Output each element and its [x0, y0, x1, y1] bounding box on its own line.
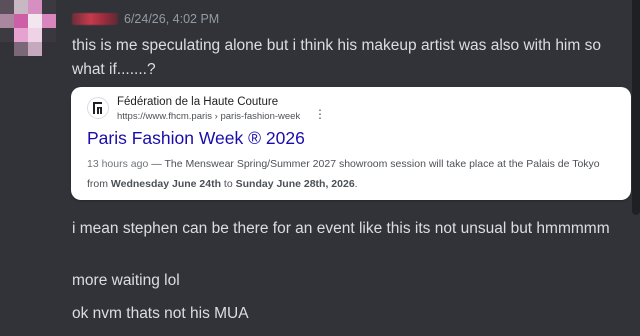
kebab-menu-icon[interactable]: ⋮ [314, 108, 326, 120]
embed-site-name: Fédération de la Haute Couture [117, 96, 279, 108]
snippet-date-start: Wednesday June 24th [110, 178, 222, 190]
avatar[interactable] [0, 0, 56, 70]
snippet-text-mid: to [221, 178, 236, 190]
link-embed-card[interactable]: Fédération de la Haute Couture https://w… [71, 87, 631, 200]
embed-age: 13 hours ago [87, 158, 149, 170]
username-redacted[interactable] [72, 13, 118, 25]
snippet-date-end: Sunday June 28th, 2026 [235, 178, 355, 190]
embed-snippet: 13 hours ago — The Menswear Spring/Summe… [87, 154, 617, 194]
message-timestamp[interactable]: 6/24/26, 4:02 PM [124, 12, 219, 26]
message-text-2: i mean stephen can be there for an event… [72, 220, 610, 237]
embed-title-link[interactable]: Paris Fashion Week ® 2026 [87, 128, 305, 149]
fhcm-logo-icon [87, 97, 109, 119]
message-text-3: more waiting lol [72, 272, 180, 289]
message-text-1: this is me speculating alone but i think… [72, 37, 601, 78]
embed-site-url[interactable]: https://www.fhcm.paris › paris-fashion-w… [117, 111, 300, 122]
scrollbar-track[interactable] [632, 0, 640, 336]
scrollbar-thumb[interactable] [632, 0, 640, 215]
message-text-4: ok nvm thats not his MUA [72, 305, 249, 322]
snippet-text-end: . [354, 178, 358, 190]
